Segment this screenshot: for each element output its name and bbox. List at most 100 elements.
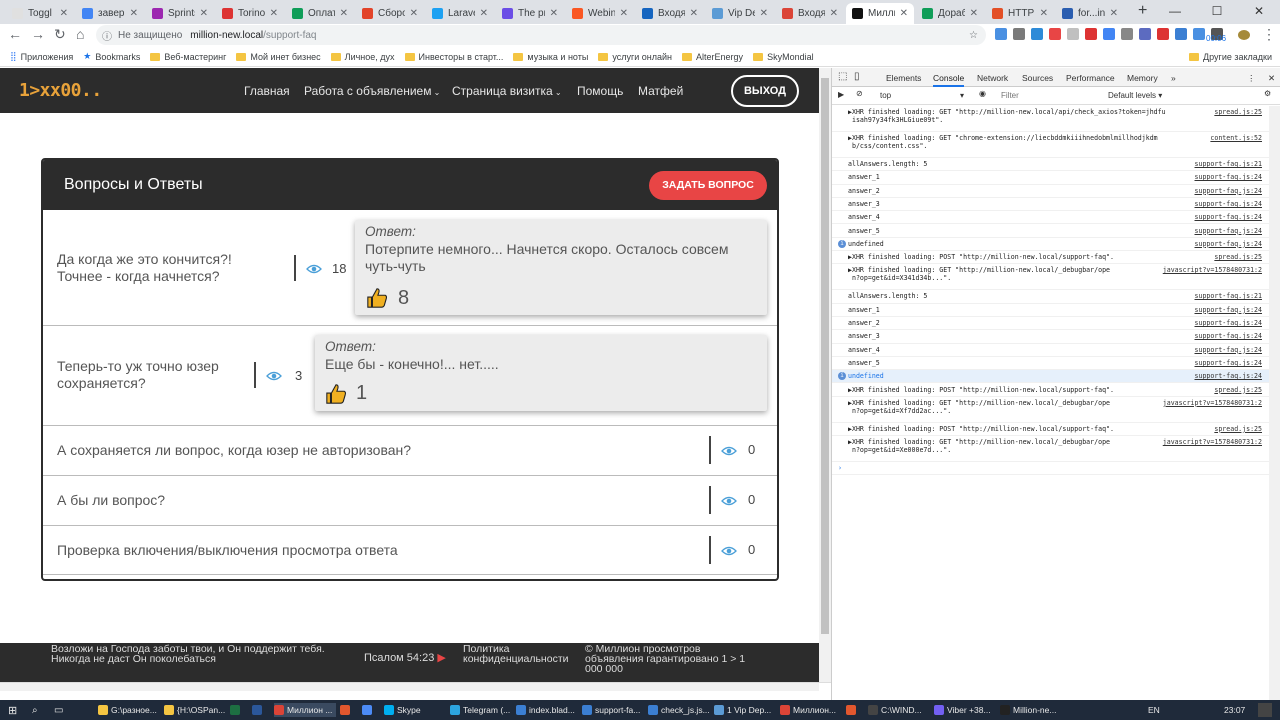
taskbar-app[interactable]: Telegram (... [450, 703, 512, 717]
devtools-tab[interactable]: Elements [886, 73, 921, 83]
console-source-link[interactable]: spread.js:25 [1214, 108, 1262, 116]
nav-ads[interactable]: Работа с объявлением ⌄ [304, 84, 440, 98]
extension-icon[interactable] [995, 28, 1007, 40]
new-tab-button[interactable]: + [1138, 2, 1147, 20]
other-bookmarks[interactable]: Другие закладки [1189, 52, 1272, 62]
taskbar-app[interactable]: 1 Vip Dep... [714, 703, 776, 717]
console-source-link[interactable]: support-faq.js:21 [1195, 292, 1263, 300]
search-icon[interactable]: ⌕ [32, 703, 38, 717]
taskbar-app[interactable] [252, 703, 270, 717]
browser-tab[interactable]: Доработ ✕ [916, 3, 984, 24]
log-levels-select[interactable]: Default levels ▾ [1108, 91, 1162, 100]
extension-icon[interactable] [1103, 28, 1115, 40]
bookmark-item[interactable]: услуги онлайн [598, 52, 672, 62]
info-icon[interactable]: ⓘ [102, 28, 112, 43]
extension-icon[interactable] [1175, 28, 1187, 40]
tab-close-icon[interactable]: ✕ [410, 8, 418, 19]
close-icon[interactable]: ✕ [1238, 0, 1280, 24]
clock[interactable]: 23:07 [1224, 703, 1245, 717]
tab-close-icon[interactable]: ✕ [690, 8, 698, 19]
console-source-link[interactable]: support-faq.js:24 [1195, 173, 1263, 181]
horizontal-scrollbar[interactable] [0, 683, 819, 691]
tab-close-icon[interactable]: ✕ [200, 8, 208, 19]
menu-icon[interactable]: ⋮ [1262, 26, 1276, 43]
taskbar-app[interactable] [362, 703, 380, 717]
site-logo[interactable]: 1>xx00.. [19, 80, 102, 101]
console-source-link[interactable]: support-faq.js:24 [1195, 187, 1263, 195]
console-source-link[interactable]: support-faq.js:24 [1195, 306, 1263, 314]
browser-tab[interactable]: Сборо ✕ [356, 3, 424, 24]
bookmark-item[interactable]: музыка и ноты [513, 52, 588, 62]
sidebar-toggle-icon[interactable]: ▶ [838, 90, 844, 99]
page-scrollbar[interactable] [819, 68, 831, 682]
browser-tab[interactable]: Оплата ✕ [286, 3, 354, 24]
close-icon[interactable]: ✕ [1268, 73, 1275, 84]
forward-icon[interactable]: → [31, 26, 45, 42]
taskbar-app[interactable] [230, 703, 248, 717]
thumbs-up-icon[interactable] [366, 287, 388, 309]
taskbar-app[interactable] [846, 703, 864, 717]
extension-icon[interactable] [1013, 28, 1025, 40]
reload-icon[interactable]: ↻ [54, 26, 66, 43]
footer-privacy-link[interactable]: Политика конфиденциальности [463, 644, 583, 665]
start-icon[interactable]: ⊞ [8, 703, 17, 717]
devtools-tab[interactable]: Sources [1022, 73, 1053, 83]
bookmark-item[interactable]: SkyMondial [753, 52, 814, 62]
console-source-link[interactable]: support-faq.js:24 [1195, 213, 1263, 221]
taskbar-app[interactable]: {H:\OSPan... [164, 703, 226, 717]
taskbar-app[interactable]: Миллион ... [274, 703, 336, 717]
bookmark-item[interactable]: Веб-мастеринг [150, 52, 226, 62]
question-text[interactable]: Да когда же это кончится?! Точнее - когд… [57, 251, 272, 285]
question-text[interactable]: Проверка включения/выключения просмотра … [57, 542, 398, 559]
bookmark-item[interactable]: AlterEnergy [682, 52, 743, 62]
tab-close-icon[interactable]: ✕ [60, 8, 68, 19]
console-prompt[interactable]: › [832, 462, 1280, 476]
tab-close-icon[interactable]: ✕ [760, 8, 768, 19]
extension-icon[interactable] [1121, 28, 1133, 40]
task-view-icon[interactable]: ▭ [54, 703, 63, 717]
taskbar-app[interactable] [340, 703, 358, 717]
console-source-link[interactable]: support-faq.js:24 [1195, 372, 1263, 380]
tab-close-icon[interactable]: ✕ [620, 8, 628, 19]
browser-tab[interactable]: Vip Dep ✕ [706, 3, 774, 24]
inspect-icon[interactable]: ⬚ [838, 71, 847, 82]
extension-icon[interactable] [1157, 28, 1169, 40]
taskbar-app[interactable]: Миллион... [780, 703, 842, 717]
taskbar-app[interactable]: check_js.js... [648, 703, 710, 717]
console-source-link[interactable]: javascript?v=1578480731:2 [1163, 399, 1262, 407]
browser-tab[interactable]: Входящ ✕ [776, 3, 844, 24]
browser-tab[interactable]: Sprints ✕ [146, 3, 214, 24]
console-source-link[interactable]: support-faq.js:21 [1195, 160, 1263, 168]
browser-tab[interactable]: заверш ✕ [76, 3, 144, 24]
tab-close-icon[interactable]: ✕ [970, 8, 978, 19]
taskbar-app[interactable]: Viber +38... [934, 703, 996, 717]
devtools-tab[interactable]: Memory [1127, 73, 1158, 83]
console-source-link[interactable]: support-faq.js:24 [1195, 346, 1263, 354]
extension-icon[interactable] [1067, 28, 1079, 40]
context-select[interactable]: top [880, 91, 891, 100]
extension-icon[interactable] [1049, 28, 1061, 40]
console-source-link[interactable]: support-faq.js:24 [1195, 200, 1263, 208]
extension-icon[interactable] [1139, 28, 1151, 40]
clear-console-icon[interactable]: ⊘ [856, 89, 863, 98]
bookmark-item[interactable]: Инвесторы в старт... [404, 52, 503, 62]
browser-tab[interactable]: Torino ✕ [216, 3, 284, 24]
ask-question-button[interactable]: ЗАДАТЬ ВОПРОС [649, 171, 767, 200]
footer-quote-ref[interactable]: Псалом 54:23 ▶ [364, 653, 446, 664]
tab-close-icon[interactable]: ✕ [900, 8, 908, 19]
console-source-link[interactable]: spread.js:25 [1214, 253, 1262, 261]
taskbar-app[interactable]: C:\WIND... [868, 703, 930, 717]
more-tabs-icon[interactable]: » [1171, 73, 1176, 83]
show-desktop[interactable] [1258, 703, 1272, 717]
scrollbar-thumb[interactable] [821, 78, 829, 634]
nav-matthew[interactable]: Матфей [638, 84, 683, 98]
taskbar-app[interactable]: G:\разное... [98, 703, 160, 717]
tab-close-icon[interactable]: ✕ [270, 8, 278, 19]
browser-tab[interactable]: Laravel ✕ [426, 3, 494, 24]
faq-row[interactable]: А бы ли вопрос? 0 [43, 476, 777, 526]
question-text[interactable]: А сохраняется ли вопрос, когда юзер не а… [57, 442, 411, 459]
nav-card-page[interactable]: Страница визитка ⌄ [452, 84, 562, 98]
bookmark-star-icon[interactable]: ☆ [969, 30, 978, 41]
console-source-link[interactable]: support-faq.js:24 [1195, 359, 1263, 367]
taskbar-app[interactable]: support-fa... [582, 703, 644, 717]
